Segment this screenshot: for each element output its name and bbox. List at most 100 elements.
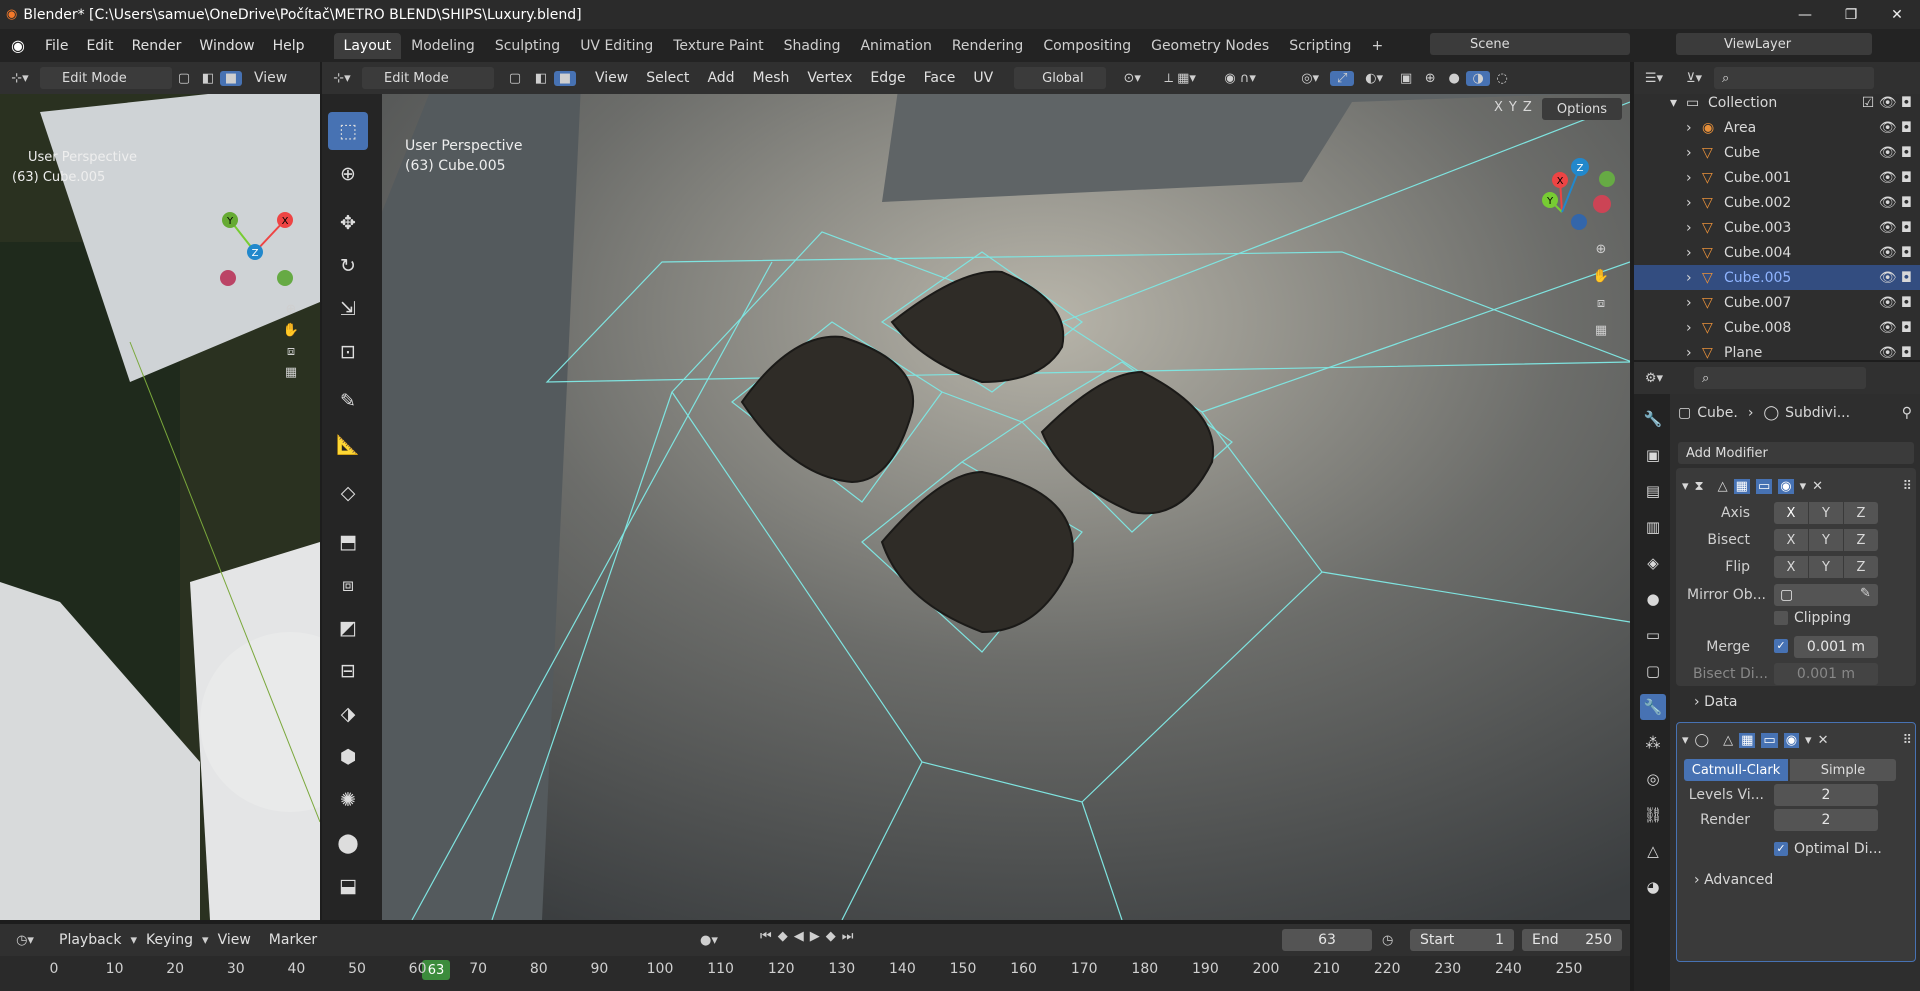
catmull-clark-button[interactable]: Catmull-Clark [1684, 759, 1788, 781]
jump-start-icon[interactable]: ⏮ [760, 929, 772, 944]
scene-selector[interactable]: Scene [1430, 33, 1630, 55]
header-y[interactable]: Y [1509, 100, 1517, 115]
outliner-collection-row[interactable]: ▾ ▭ Collection ☑ 👁 ◘ [1634, 90, 1920, 115]
view-layer-tab-icon[interactable]: ▥ [1640, 514, 1666, 540]
render-toggle-icon[interactable]: ◉ [1778, 478, 1794, 494]
menu-playback[interactable]: Playback [50, 932, 130, 948]
bisect-y-toggle[interactable]: Y [1809, 529, 1843, 551]
snap-icon[interactable]: ⟂ ▦▾ [1150, 71, 1210, 86]
visibility-icon[interactable]: ◎▾ [1290, 71, 1330, 86]
solid-shading-icon[interactable]: ● [1442, 71, 1466, 86]
maximize-icon[interactable]: ❐ [1828, 0, 1874, 29]
edit-mode-toggle-icon[interactable]: △ [1718, 479, 1728, 494]
render-tab-icon[interactable]: ▣ [1640, 442, 1666, 468]
flip-z-toggle[interactable]: Z [1844, 556, 1878, 578]
outliner-item[interactable]: › ▽ Cube 👁 ◘ [1634, 140, 1920, 165]
data-subpanel[interactable]: › Data [1694, 694, 1738, 710]
chevron-right-icon[interactable]: › [1686, 295, 1702, 311]
tab-shading[interactable]: Shading [774, 33, 851, 59]
left-viewport[interactable]: ⊹▾ Edit Mode ▢ ◧ ■ View User Perspective… [0, 62, 320, 920]
start-frame-field[interactable]: Start 1 [1410, 929, 1514, 951]
cursor-tool-icon[interactable]: ⊕ [328, 155, 368, 193]
collapse-mirror-icon[interactable]: ▾ [1682, 479, 1689, 494]
chevron-right-icon[interactable]: › [1686, 245, 1702, 261]
visibility-icons[interactable]: 👁 ◘ [1879, 245, 1912, 261]
main-camera-icon[interactable]: ⧈ [1584, 296, 1618, 311]
advanced-subpanel[interactable]: › Advanced [1694, 872, 1773, 888]
add-cube-tool-icon[interactable]: ◇ [328, 474, 368, 512]
pin-icon[interactable]: ⚲ [1902, 405, 1912, 421]
sub-render-toggle-icon[interactable]: ◉ [1783, 732, 1800, 748]
jump-keyframe-forward-icon[interactable]: ◆ [826, 929, 836, 944]
remove-mirror-icon[interactable]: ✕ [1812, 479, 1823, 494]
loop-cut-tool-icon[interactable]: ⊟ [328, 652, 368, 690]
levels-viewport-field[interactable]: 2 [1774, 784, 1878, 806]
material-tab-icon[interactable]: ◕ [1640, 874, 1666, 900]
outliner-item[interactable]: › ◉ Area 👁 ◘ [1634, 115, 1920, 140]
tool-tab-icon[interactable]: 🔧 [1640, 406, 1666, 432]
data-tab-icon[interactable]: △ [1640, 838, 1666, 864]
play-icon[interactable]: ▶ [810, 929, 820, 944]
pivot-icon[interactable]: ⊙▾ [1114, 71, 1150, 86]
rotate-tool-icon[interactable]: ↻ [328, 247, 368, 285]
menu-edit[interactable]: Edit [77, 38, 122, 54]
jump-keyframe-back-icon[interactable]: ◆ [778, 929, 788, 944]
outliner-item[interactable]: › ▽ Cube.005 👁 ◘ [1634, 265, 1920, 290]
outliner-item[interactable]: › ▽ Cube.008 👁 ◘ [1634, 315, 1920, 340]
render-levels-field[interactable]: 2 [1774, 809, 1878, 831]
face-select-icon[interactable]: ■ [220, 70, 242, 86]
merge-checkbox[interactable]: ✓ [1774, 639, 1788, 653]
zoom-icon[interactable]: ⊕ [274, 302, 308, 317]
smooth-tool-icon[interactable]: ⬤ [328, 824, 368, 862]
add-modifier-button[interactable]: Add Modifier [1678, 442, 1914, 464]
inset-tool-icon[interactable]: ⧈ [328, 566, 368, 604]
spin-tool-icon[interactable]: ✺ [328, 781, 368, 819]
tab-rendering[interactable]: Rendering [942, 33, 1034, 59]
edge-select-icon[interactable]: ◧ [196, 71, 220, 86]
main-menu-mesh[interactable]: Mesh [744, 70, 799, 86]
main-menu-add[interactable]: Add [698, 70, 743, 86]
move-tool-icon[interactable]: ✥ [328, 204, 368, 242]
main-hand-pan-icon[interactable]: ✋ [1584, 269, 1618, 284]
sub-dropdown-icon[interactable]: ▾ [1805, 733, 1812, 748]
axis-z-toggle[interactable]: Z [1844, 502, 1878, 524]
visibility-icons[interactable]: 👁 ◘ [1879, 170, 1912, 186]
particles-tab-icon[interactable]: ⁂ [1640, 730, 1666, 756]
constraints-tab-icon[interactable]: ⛓ [1640, 802, 1666, 828]
select-box-tool-icon[interactable]: ⬚ [328, 112, 368, 150]
clock-icon[interactable]: ◷ [1382, 933, 1393, 948]
cage-toggle-icon[interactable]: ▦ [1733, 478, 1750, 494]
collapse-subdivision-icon[interactable]: ▾ [1682, 733, 1689, 748]
tab-scripting[interactable]: Scripting [1279, 33, 1361, 59]
main-menu-edge[interactable]: Edge [861, 70, 914, 86]
outliner-item[interactable]: › ▽ Cube.004 👁 ◘ [1634, 240, 1920, 265]
left-mode-selector[interactable]: Edit Mode [40, 67, 172, 89]
modifier-tab-icon[interactable]: 🔧 [1640, 694, 1666, 720]
add-workspace-icon[interactable]: + [1361, 33, 1393, 59]
merge-distance-field[interactable]: 0.001 m [1794, 636, 1878, 658]
proportional-edit-icon[interactable]: ◉ ∩▾ [1210, 71, 1270, 86]
transform-tool-icon[interactable]: ⊡ [328, 333, 368, 371]
scene-tab-icon[interactable]: ◈ [1640, 550, 1666, 576]
sub-edit-mode-toggle-icon[interactable]: △ [1723, 733, 1733, 748]
main-edge-select-icon[interactable]: ◧ [528, 71, 554, 86]
editor-type-icon[interactable]: ⊹▾ [0, 71, 40, 86]
overlay-icon[interactable]: ◐▾ [1354, 71, 1394, 86]
xray-icon[interactable]: ▣ [1394, 71, 1418, 86]
flip-y-toggle[interactable]: Y [1809, 556, 1843, 578]
chevron-right-icon[interactable]: › [1686, 220, 1702, 236]
current-frame-field[interactable]: 63 [1282, 929, 1372, 951]
rendered-shading-icon[interactable]: ◌ [1490, 71, 1514, 86]
chevron-right-icon[interactable]: › [1686, 120, 1702, 136]
optimal-display-box[interactable]: ✓ [1774, 842, 1788, 856]
tab-compositing[interactable]: Compositing [1033, 33, 1141, 59]
tab-geometry-nodes[interactable]: Geometry Nodes [1141, 33, 1279, 59]
object-tab-icon[interactable]: ▢ [1640, 658, 1666, 684]
chevron-right-icon[interactable]: › [1686, 345, 1702, 361]
tab-sculpting[interactable]: Sculpting [485, 33, 570, 59]
bisect-z-toggle[interactable]: Z [1844, 529, 1878, 551]
bisect-x-toggle[interactable]: X [1774, 529, 1808, 551]
extrude-tool-icon[interactable]: ⬒ [328, 523, 368, 561]
main-navigation-gizmo[interactable]: Z X Y [1532, 142, 1628, 238]
material-shading-icon[interactable]: ◑ [1466, 70, 1491, 86]
